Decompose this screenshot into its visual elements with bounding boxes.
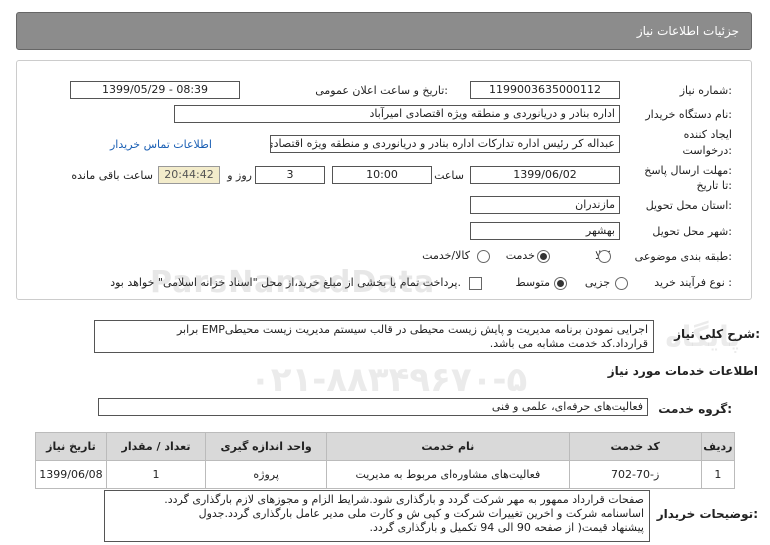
need-number-field: 1199003635000112 xyxy=(470,81,620,99)
buyer-notes-line-2: اساسنامه شرکت و اخرین تغییرات شرکت و کپی… xyxy=(198,507,644,520)
column-header-service-name: نام خدمت xyxy=(326,432,570,461)
summary-label: شرح کلی نیاز: xyxy=(674,327,760,341)
city-label: شهر محل تحویل: xyxy=(652,225,732,238)
deadline-label-1: مهلت ارسال پاسخ: xyxy=(644,164,732,177)
column-header-quantity: تعداد / مقدار xyxy=(105,432,207,461)
service-group-field: فعالیت‌های حرفه‌ای، علمی و فنی xyxy=(98,398,648,416)
buyer-field: اداره بنادر و دریانوردی و منطقه ویژه اقت… xyxy=(174,105,620,123)
category-option-mixed-radio[interactable] xyxy=(477,250,490,263)
buyer-notes-line-3: پیشنهاد قیمت( از صفحه 90 الی 94 تکمیل و … xyxy=(369,521,644,534)
deadline-label-2: تا تاریخ: xyxy=(696,179,732,192)
deadline-date-field: 1399/06/02 xyxy=(470,166,620,184)
category-label: طبقه بندی موضوعی: xyxy=(634,250,732,263)
process-label: نوع فرآیند خرید : xyxy=(654,276,732,289)
process-option-medium-label: متوسط xyxy=(515,276,550,289)
cell-quantity: 1 xyxy=(105,460,207,489)
cell-service-code: ز-70-702 xyxy=(568,460,702,489)
services-table: تاریخ نیاز تعداد / مقدار واحد اندازه گیر… xyxy=(35,432,736,489)
countdown-timer: 20:44:42 xyxy=(158,166,220,184)
creator-field: عبداله کر رئیس اداره تداركات اداره بنادر… xyxy=(270,135,620,153)
city-field: بهشهر xyxy=(470,222,620,240)
deadline-time-field: 10:00 xyxy=(332,166,432,184)
table-header-row: تاریخ نیاز تعداد / مقدار واحد اندازه گیر… xyxy=(35,432,736,461)
province-label: استان محل تحویل: xyxy=(645,199,732,212)
watermark-phone: ۰۲۱-۸۸۳۴۹۶۷۰-۵ xyxy=(250,360,528,400)
announce-label: تاریخ و ساعت اعلان عمومی: xyxy=(315,84,448,97)
cell-unit: پروژه xyxy=(205,460,328,489)
page-header: جزئیات اطلاعات نیاز xyxy=(16,12,752,50)
buyer-label: نام دستگاه خریدار: xyxy=(645,108,732,121)
cell-service-name: فعالیت‌های مشاوره‌ای مربوط به مدیریت xyxy=(326,460,570,489)
process-option-medium-radio[interactable] xyxy=(554,277,567,290)
services-section-title: اطلاعات خدمات مورد نیاز xyxy=(607,364,758,378)
summary-line-1: اجرایی نمودن برنامه مدیریت و پایش زیست م… xyxy=(176,323,648,336)
category-option-service-label: خدمت xyxy=(505,249,535,262)
buyer-contact-link[interactable]: اطلاعات تماس خریدار xyxy=(110,138,212,151)
page-title: جزئیات اطلاعات نیاز xyxy=(636,24,739,38)
column-header-date: تاریخ نیاز xyxy=(35,432,107,461)
remaining-label: ساعت باقی مانده xyxy=(71,169,153,182)
announce-field: 1399/05/29 - 08:39 xyxy=(70,81,240,99)
need-number-label: شماره نیاز: xyxy=(679,84,732,97)
process-option-minor-label: جزیی xyxy=(584,276,610,289)
category-option-goods-radio[interactable] xyxy=(598,250,611,263)
buyer-notes-field: صفحات قرارداد ممهور به مهر شرکت گردد و ب… xyxy=(104,490,650,542)
summary-line-2: قرارداد.کد خدمت مشابه می باشد. xyxy=(489,337,648,350)
summary-field: اجرایی نمودن برنامه مدیریت و پایش زیست م… xyxy=(94,320,654,353)
category-option-mixed-label: کالا/خدمت xyxy=(422,249,470,262)
process-option-minor-radio[interactable] xyxy=(615,277,628,290)
column-header-service-code: کد خدمت xyxy=(568,432,702,461)
buyer-notes-line-1: صفحات قرارداد ممهور به مهر شرکت گردد و ب… xyxy=(164,493,644,506)
days-field: 3 xyxy=(255,166,325,184)
time-label: ساعت xyxy=(434,169,464,182)
province-field: مازندران xyxy=(470,196,620,214)
buyer-notes-label: توضیحات خریدار: xyxy=(656,507,758,521)
treasury-payment-checkbox[interactable] xyxy=(469,277,482,290)
cell-date: 1399/06/08 xyxy=(35,460,107,489)
column-header-unit: واحد اندازه گیری xyxy=(205,432,328,461)
day-label: روز و xyxy=(227,169,252,182)
creator-label-2: درخواست: xyxy=(682,144,733,157)
service-group-label: گروه خدمت: xyxy=(658,402,732,416)
watermark-brand: ParsNamadData xyxy=(150,265,436,300)
category-option-service-radio[interactable] xyxy=(537,250,550,263)
creator-label-1: ایجاد کننده xyxy=(683,128,732,141)
cell-row-number: 1 xyxy=(700,460,736,489)
column-header-row-number: ردیف xyxy=(700,432,736,461)
table-row: 1399/06/08 1 پروژه فعالیت‌های مشاوره‌ای … xyxy=(35,460,736,489)
